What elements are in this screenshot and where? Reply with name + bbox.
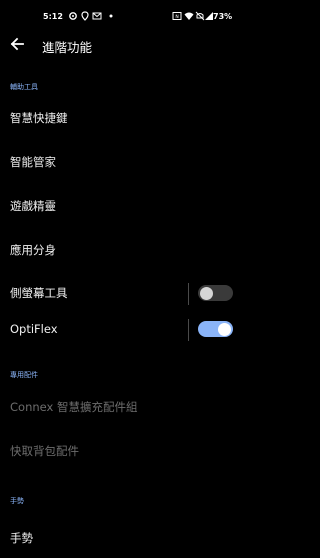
status-time: 5:12 bbox=[43, 12, 63, 21]
nfc-icon: N bbox=[172, 12, 182, 20]
item-label: 手勢 bbox=[10, 531, 33, 545]
toggle-knob bbox=[200, 286, 213, 300]
dot-icon bbox=[109, 14, 113, 18]
item-smart-butler[interactable]: 智能管家 bbox=[0, 142, 243, 182]
divider bbox=[188, 283, 189, 305]
section-header-gestures: 手勢 bbox=[10, 497, 24, 505]
item-label: 智能管家 bbox=[10, 155, 56, 169]
location-pin-icon bbox=[81, 11, 89, 21]
item-connex: Connex 智慧擴充配件組 bbox=[0, 387, 243, 427]
battery-percent: 73% bbox=[213, 12, 233, 21]
item-game-genie[interactable]: 遊戲精靈 bbox=[0, 186, 243, 226]
item-twin-apps[interactable]: 應用分身 bbox=[0, 230, 243, 270]
toggle-knob bbox=[218, 322, 231, 336]
optiflex-toggle[interactable] bbox=[198, 321, 233, 337]
item-gestures[interactable]: 手勢 bbox=[0, 518, 243, 558]
settings-gear-icon bbox=[69, 12, 77, 20]
item-smart-key[interactable]: 智慧快捷鍵 bbox=[0, 98, 243, 138]
section-header-assist: 輔助工具 bbox=[10, 83, 38, 91]
svg-text:N: N bbox=[175, 14, 178, 20]
app-bar: 進階功能 bbox=[0, 30, 243, 60]
item-edge-tools[interactable]: 側螢幕工具 bbox=[0, 273, 243, 313]
item-label: 智慧快捷鍵 bbox=[10, 111, 68, 125]
section-header-accessories: 專用配件 bbox=[10, 371, 38, 379]
item-label: Connex 智慧擴充配件組 bbox=[10, 400, 138, 414]
item-backpack: 快取背包配件 bbox=[0, 431, 243, 471]
back-arrow-icon[interactable] bbox=[6, 33, 28, 55]
item-label: 側螢幕工具 bbox=[10, 286, 68, 300]
status-bar: 5:12 N 73% bbox=[0, 0, 243, 34]
edge-tools-toggle[interactable] bbox=[198, 285, 233, 301]
item-label: 快取背包配件 bbox=[10, 444, 79, 458]
page-title: 進階功能 bbox=[42, 40, 93, 55]
wifi-icon bbox=[184, 12, 194, 20]
divider bbox=[188, 319, 189, 341]
item-optiflex[interactable]: OptiFlex bbox=[0, 309, 243, 349]
item-label: OptiFlex bbox=[10, 322, 58, 336]
mail-icon bbox=[92, 12, 102, 20]
item-label: 遊戲精靈 bbox=[10, 199, 56, 213]
item-label: 應用分身 bbox=[10, 243, 56, 257]
